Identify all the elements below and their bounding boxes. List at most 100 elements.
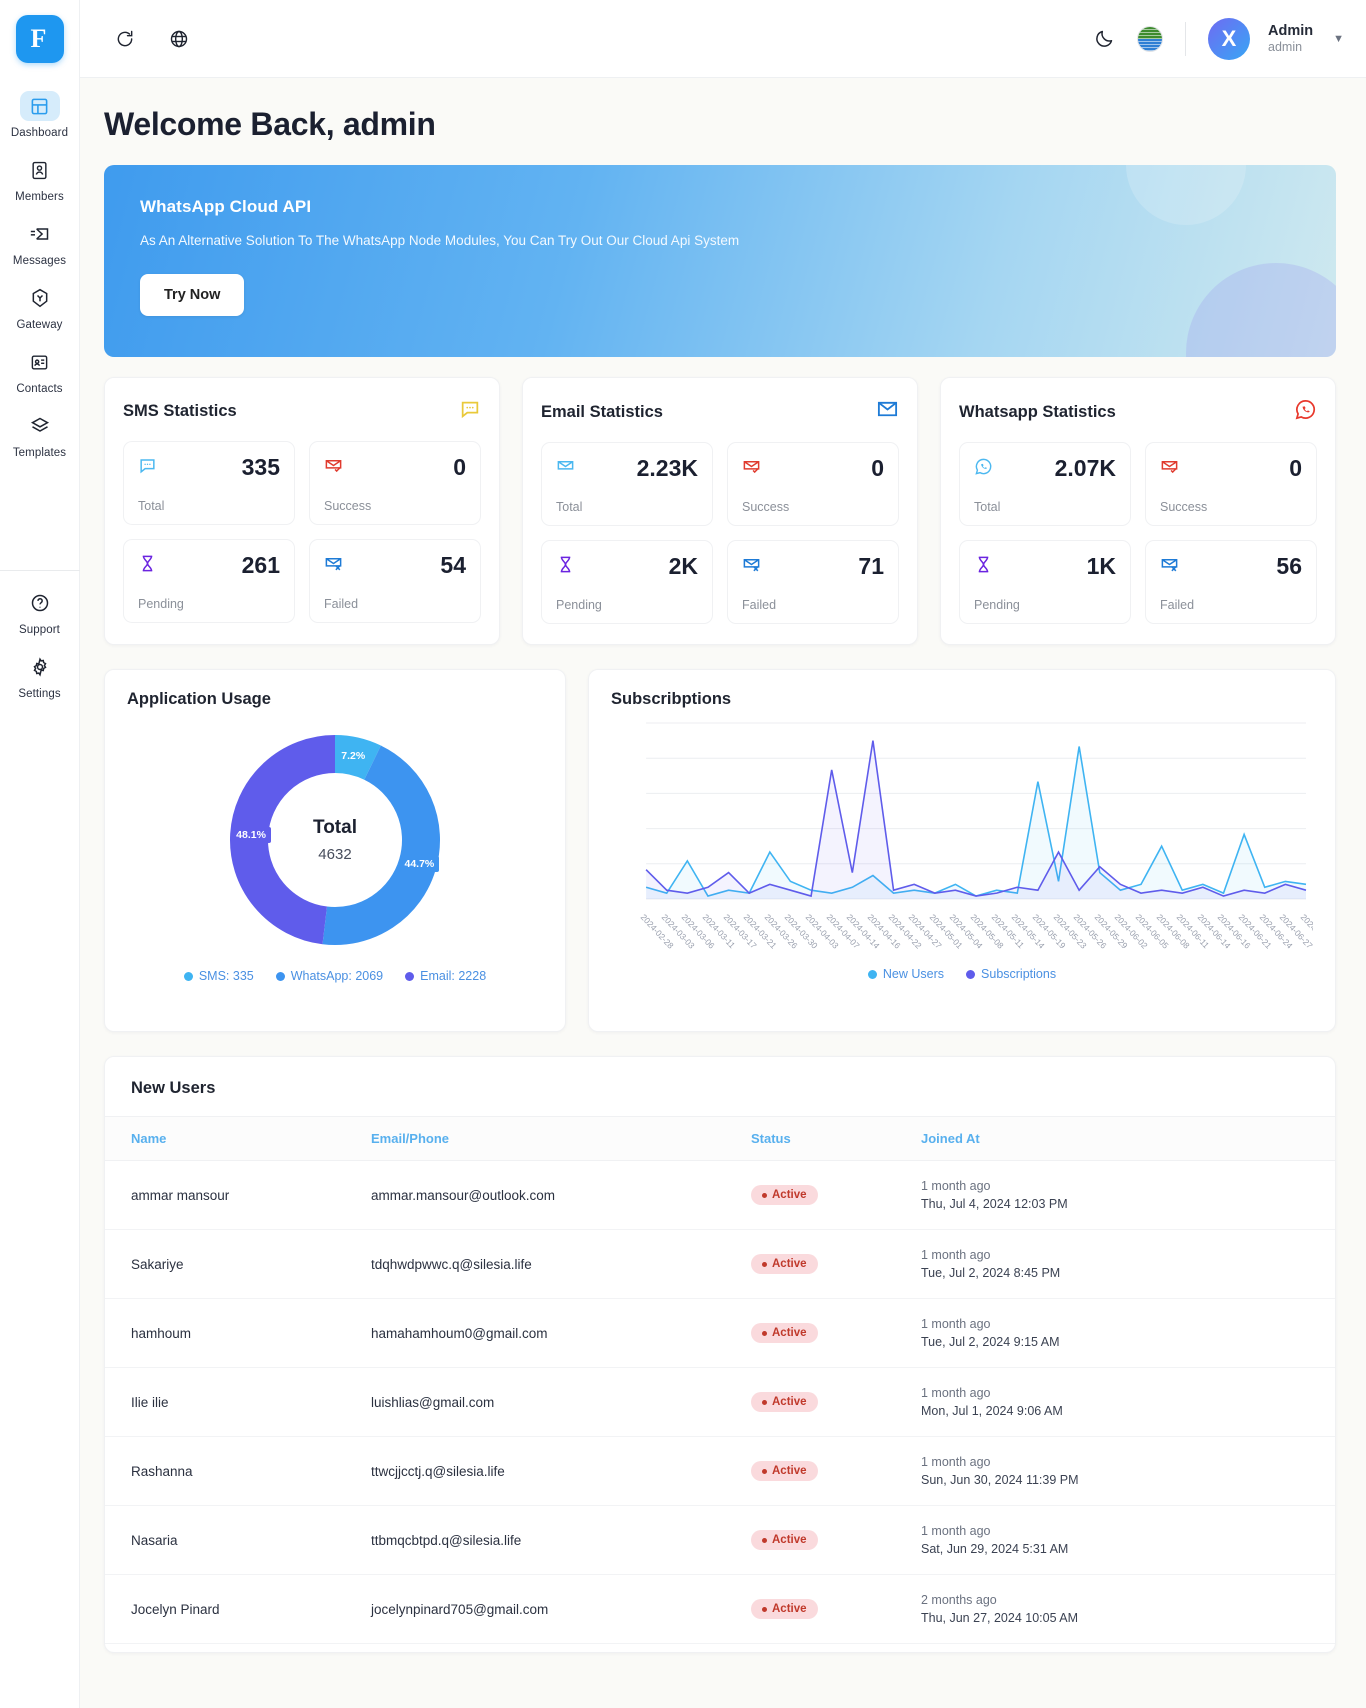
- subscriptions-line-chart[interactable]: 2024-02-28 2024-03-03 2024-03-06 2024-03-11…: [611, 715, 1313, 963]
- status-dot-icon: [762, 1192, 767, 1198]
- card-title: Email Statistics: [541, 402, 663, 421]
- card-header: SMS Statistics: [123, 398, 481, 425]
- sidebar-item-gateway[interactable]: Gateway: [0, 274, 79, 338]
- stat-value: 2.23K: [636, 455, 698, 481]
- stat-value: 56: [1276, 553, 1302, 579]
- topbar-divider: [1185, 21, 1186, 56]
- try-now-button[interactable]: Try Now: [140, 274, 245, 316]
- donut-chart[interactable]: Total 4632 7.2% 44.7% 48.1%: [127, 715, 543, 965]
- refresh-icon[interactable]: [110, 24, 140, 54]
- user-menu[interactable]: Admin admin: [1268, 22, 1313, 56]
- table-row[interactable]: Nasaria ttbmqcbtpd.q@silesia.life Active 1 …: [105, 1505, 1335, 1575]
- table-row[interactable]: Sakariye tdqhwdpwwc.q@silesia.life Active 1…: [105, 1229, 1335, 1299]
- logo-wrap[interactable]: F: [0, 0, 79, 78]
- user-role: admin: [1268, 39, 1303, 54]
- globe-icon[interactable]: [164, 24, 194, 54]
- sidebar-item-messages[interactable]: Messages: [0, 210, 79, 274]
- table-row[interactable]: ammar mansour ammar.mansour@outlook.com Ac…: [105, 1160, 1335, 1230]
- legend-item[interactable]: SMS: 335: [183, 969, 254, 983]
- stat-tile-total: 335 Total: [123, 441, 295, 525]
- tiles-grid: 2.07K Total 0 Success 1K Pending 56 Fail…: [959, 442, 1317, 624]
- donut-percent-badge: 7.2%: [336, 748, 371, 765]
- chart-title: Subscribptions: [611, 690, 732, 708]
- gateway-hexagon-icon: [20, 283, 60, 313]
- stat-label: Failed: [742, 598, 777, 612]
- legend-item[interactable]: Email: 2228: [405, 969, 486, 983]
- statistics-row: SMS Statistics 335 Total 0 Success 261 P…: [104, 377, 1336, 645]
- stat-value: 261: [241, 552, 280, 578]
- flag-icon[interactable]: [1137, 25, 1163, 52]
- banner-decoration: [1186, 263, 1336, 357]
- cell-email: ttwcjjcctj.q@silesia.life: [345, 1436, 725, 1506]
- hourglass-icon: [138, 554, 157, 578]
- joined-absolute: Tue, Jul 2, 2024 9:15 AM: [921, 1335, 1060, 1349]
- email-statistics-card: Email Statistics 2.23K Total 0 Success 2…: [522, 377, 918, 645]
- mail-x-icon: [1160, 555, 1179, 579]
- sidebar-item-templates[interactable]: Templates: [0, 402, 79, 466]
- line-chart-svg: [611, 722, 1313, 900]
- grid-icon: [19, 91, 60, 121]
- stat-tile-total: 2.23K Total: [541, 442, 713, 526]
- stat-label: Success: [1160, 500, 1208, 514]
- column-header-joined[interactable]: Joined At: [895, 1116, 1335, 1161]
- cell-name: Ilie ilie: [105, 1367, 345, 1437]
- sidebar-item-members[interactable]: Members: [0, 146, 79, 210]
- sidebar-nav[interactable]: Dashboard Members Messages Gateway Conta…: [0, 78, 79, 570]
- sidebar-item-label: Settings: [18, 688, 61, 700]
- card-title: SMS Statistics: [123, 402, 237, 420]
- card-header: Email Statistics: [541, 398, 899, 426]
- stat-tile-success: 0 Success: [727, 442, 899, 526]
- cell-name: ammar mansour: [105, 1160, 345, 1230]
- hourglass-icon: [974, 555, 993, 579]
- stat-label: Pending: [556, 598, 602, 612]
- column-header-name[interactable]: Name: [105, 1116, 345, 1161]
- sidebar-item-settings[interactable]: Settings: [0, 643, 79, 707]
- x-axis-ticks: 2024-02-28 2024-03-03 2024-03-06 2024-03-11…: [611, 910, 1313, 972]
- sidebar-item-support[interactable]: Support: [0, 579, 79, 643]
- cell-joined: 1 month ago Mon, Jul 1, 2024 9:06 AM: [895, 1367, 1335, 1437]
- avatar[interactable]: X: [1208, 17, 1250, 60]
- column-header-email[interactable]: Email/Phone: [345, 1116, 725, 1161]
- moon-icon[interactable]: [1089, 24, 1119, 54]
- mail-icon: [876, 398, 899, 426]
- table-row[interactable]: Jocelyn Pinard jocelynpinard705@gmail.com…: [105, 1574, 1335, 1644]
- cell-joined: 1 month ago Sun, Jun 30, 2024 11:39 PM: [895, 1436, 1335, 1506]
- legend-label: Email: 2228: [420, 969, 487, 983]
- whatsapp-icon: [1294, 398, 1317, 426]
- joined-absolute: Mon, Jul 1, 2024 9:06 AM: [921, 1404, 1063, 1418]
- sidebar-item-contacts[interactable]: Contacts: [0, 338, 79, 402]
- table-row[interactable]: Ilie ilie luishlias@gmail.com Active 1 mont…: [105, 1367, 1335, 1437]
- sms-bubble-icon: [138, 456, 157, 480]
- series-line[interactable]: [646, 746, 1306, 896]
- joined-absolute: Sat, Jun 29, 2024 5:31 AM: [921, 1542, 1069, 1556]
- sidebar-item-label: Templates: [12, 447, 67, 459]
- cell-name: Jocelyn Pinard: [105, 1574, 345, 1644]
- stat-label: Pending: [138, 597, 184, 611]
- stat-tile-failed: 56 Failed: [1145, 540, 1317, 624]
- usage-legend[interactable]: SMS: 335 WhatsApp: 2069 Email: 2228: [127, 969, 543, 983]
- cell-name: hamhoum: [105, 1298, 345, 1368]
- mail-icon: [556, 457, 575, 481]
- status-badge: Active: [751, 1254, 818, 1274]
- table-row[interactable]: hamhoum hamahamhoum0@gmail.com Active 1 mon…: [105, 1298, 1335, 1368]
- cell-joined: 1 month ago Sat, Jun 29, 2024 5:31 AM: [895, 1505, 1335, 1575]
- joined-relative: 1 month ago: [921, 1524, 991, 1538]
- sidebar-item-label: Dashboard: [10, 127, 69, 139]
- app-logo: F: [15, 15, 64, 63]
- legend-item[interactable]: WhatsApp: 2069: [275, 969, 384, 983]
- sms-bubble-icon: [459, 398, 481, 425]
- donut-percent-badge: 44.7%: [399, 856, 440, 873]
- stat-value: 2.07K: [1054, 455, 1116, 481]
- stat-value: 71: [858, 553, 884, 579]
- status-dot-icon: [762, 1537, 767, 1543]
- table-row[interactable]: Rashanna ttwcjjcctj.q@silesia.life Active 1…: [105, 1436, 1335, 1506]
- mail-check-icon: [742, 457, 761, 481]
- chevron-down-icon[interactable]: ▼: [1333, 33, 1344, 45]
- cell-status: Active: [725, 1229, 895, 1299]
- legend-label: WhatsApp: 2069: [290, 969, 384, 983]
- stat-value: 0: [453, 454, 466, 480]
- sidebar-item-dashboard[interactable]: Dashboard: [0, 82, 79, 146]
- column-header-status[interactable]: Status: [725, 1116, 895, 1161]
- series-line[interactable]: [646, 741, 1306, 896]
- logo-letter: F: [30, 24, 47, 53]
